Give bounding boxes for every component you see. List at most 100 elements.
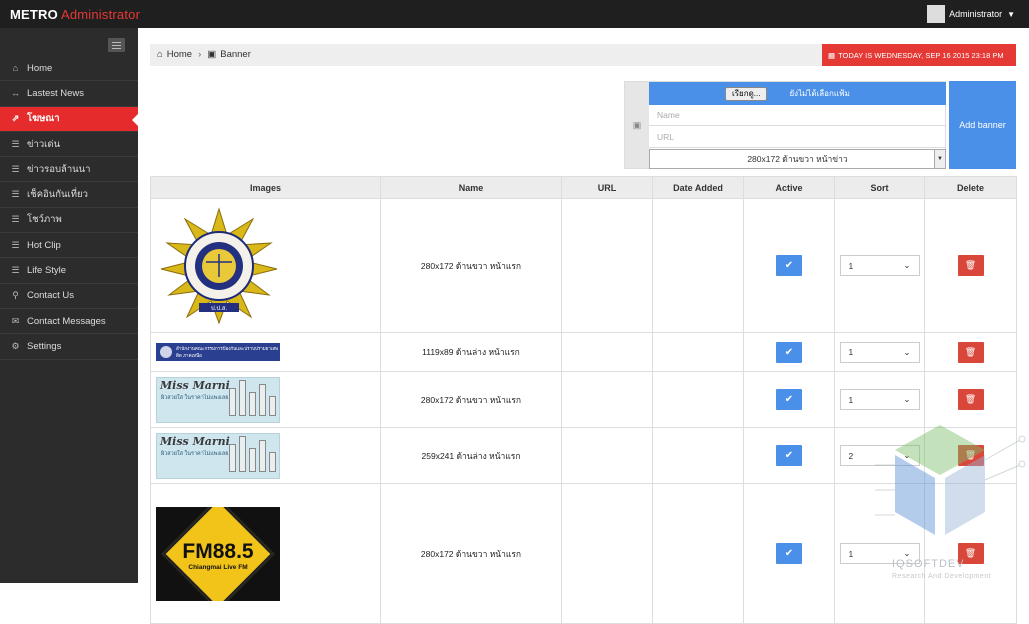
active-toggle-button[interactable]: ✔ (776, 389, 802, 410)
column-header-name[interactable]: Name (380, 176, 562, 199)
chevron-down-icon: ⌄ (903, 394, 911, 404)
calendar-icon: ▦ (828, 50, 836, 60)
table-row: Miss Marni ผิวสวยใส ในราคาไม่แพงเลย 259x… (150, 427, 1017, 484)
sidebar-item-lanna-news[interactable]: ☰ ข่าวรอบล้านนา (0, 157, 138, 183)
sort-select[interactable]: 1 ⌄ (839, 543, 920, 564)
list-icon: ☰ (11, 189, 20, 200)
delete-button[interactable]: 🗑 (957, 445, 984, 466)
delete-button[interactable]: 🗑 (957, 255, 984, 276)
url-input[interactable]: URL (649, 127, 946, 148)
banner-image-cell: ป.ป.ส. (150, 198, 381, 333)
user-name: Administrator (949, 9, 1003, 19)
delete-button[interactable]: 🗑 (957, 389, 984, 410)
sort-cell: 1 ⌄ (834, 332, 925, 372)
delete-cell: 🗑 (924, 483, 1017, 624)
sidebar-item-banner[interactable]: ⇗ โฆษณา (0, 106, 138, 132)
delete-button[interactable]: 🗑 (957, 341, 984, 363)
brand-name: METRO (10, 7, 58, 22)
table-header-row: Images Name URL Date Added Active Sort D… (150, 176, 1017, 199)
sort-select[interactable]: 1 ⌄ (839, 341, 920, 363)
column-header-delete[interactable]: Delete (924, 176, 1017, 199)
banner-image-cell: FM88.5 Chiangmai Live FM (150, 483, 381, 624)
banner-table: Images Name URL Date Added Active Sort D… (150, 176, 1017, 624)
user-menu[interactable]: Administrator ▼ (927, 5, 1015, 23)
active-toggle-button[interactable]: ✔ (776, 341, 802, 363)
date-badge: ▦ TODAY IS WEDNESDAY, SEP 16 2015 23:18 … (822, 44, 1016, 66)
chevron-down-icon: ⌄ (903, 450, 911, 460)
active-cell: ✔ (743, 371, 835, 428)
chevron-down-icon: ⌄ (903, 260, 911, 270)
brand-accent: Administrator (60, 7, 141, 22)
chevron-down-icon: ▼ (1007, 9, 1015, 19)
sidebar-item-contact-us[interactable]: ⚲ Contact Us (0, 284, 138, 309)
table-row: ป.ป.ส. 280x172 ด้านขวา หน้าแรก ✔ 1 ⌄ 🗑 (150, 198, 1017, 333)
chevron-down-icon: ⌄ (903, 346, 911, 357)
home-icon: ⌂ (12, 63, 19, 74)
add-banner-button[interactable]: Add banner (949, 81, 1016, 169)
arrows-h-icon: ↔ (11, 88, 20, 99)
banner-name-cell: 1119x89 ด้านล่าง หน้าแรก (380, 332, 562, 372)
banner-image-cell: Miss Marni ผิวสวยใส ในราคาไม่แพงเลย (150, 427, 381, 484)
position-select[interactable]: 280x172 ด้านขวา หน้าข่าว ▼ (649, 149, 946, 169)
active-toggle-button[interactable]: ✔ (776, 445, 802, 466)
column-header-sort[interactable]: Sort (834, 176, 925, 199)
active-toggle-button[interactable]: ✔ (776, 255, 802, 276)
check-icon: ✔ (784, 450, 794, 461)
chevron-down-icon: ⌄ (903, 548, 911, 558)
sort-cell: 1 ⌄ (834, 371, 925, 428)
list-icon: ☰ (11, 138, 20, 149)
file-input[interactable]: เรียกดู... ยังไม่ได้เลือกแฟ้ม (649, 82, 946, 105)
chevron-down-icon: ▼ (934, 150, 945, 168)
sidebar-item-life-style[interactable]: ☰ Life Style (0, 258, 138, 284)
home-icon: ⌂ (157, 49, 163, 60)
browse-button[interactable]: เรียกดู... (725, 86, 768, 101)
cogs-icon: ⚙ (11, 340, 20, 351)
sidebar-item-contact-messages[interactable]: ✉ Contact Messages (0, 309, 138, 335)
no-file-label: ยังไม่ได้เลือกแฟ้ม (789, 89, 850, 98)
column-header-images[interactable]: Images (150, 176, 381, 199)
sort-select[interactable]: 1 ⌄ (839, 255, 920, 276)
delete-cell: 🗑 (924, 332, 1017, 372)
image-placeholder: ▣ (625, 82, 649, 168)
active-cell: ✔ (743, 427, 835, 484)
sidebar-item-show-photo[interactable]: ☰ โชว์ภาพ (0, 208, 138, 234)
active-cell: ✔ (743, 483, 835, 624)
banner-url-cell (561, 427, 653, 484)
onb-strip-banner-image: สำนักงานคณะกรรมการป้องกันและปราบปรามยาเส… (156, 343, 280, 361)
sidebar-item-home[interactable]: ⌂ Home (0, 56, 138, 82)
sidebar-item-hot-news[interactable]: ☰ ข่าวเด่น (0, 132, 138, 158)
brand-logo[interactable]: METRO Administrator (10, 7, 140, 22)
miss-marni-banner-image: Miss Marni ผิวสวยใส ในราคาไม่แพงเลย (156, 376, 280, 423)
active-toggle-button[interactable]: ✔ (776, 543, 802, 564)
column-header-active[interactable]: Active (743, 176, 835, 199)
sort-select[interactable]: 1 ⌄ (839, 389, 920, 410)
breadcrumb-home-link[interactable]: Home (167, 49, 192, 60)
banner-date-cell (652, 371, 744, 428)
banner-url-cell (561, 332, 653, 372)
sidebar-item-settings[interactable]: ⚙ Settings (0, 334, 138, 360)
banner-date-cell (652, 427, 744, 484)
active-cell: ✔ (743, 332, 835, 372)
sidebar-toggle-button[interactable] (108, 38, 125, 52)
breadcrumb-current: Banner (220, 49, 251, 60)
active-cell: ✔ (743, 198, 835, 333)
envelope-icon: ✉ (11, 315, 20, 326)
seal-bottom-text: ป.ป.ส. (211, 305, 228, 312)
sort-cell: 1 ⌄ (834, 198, 925, 333)
sort-cell: 1 ⌄ (834, 483, 925, 624)
sidebar-item-checkin[interactable]: ☰ เช็คอินกันเที่ยว (0, 182, 138, 208)
list-icon: ☰ (11, 239, 20, 250)
delete-button[interactable]: 🗑 (957, 543, 984, 564)
banner-date-cell (652, 198, 744, 333)
column-header-date-added[interactable]: Date Added (652, 176, 744, 199)
sidebar-item-latest-news[interactable]: ↔ Lastest News (0, 81, 138, 107)
banner-name-cell: 280x172 ด้านขวา หน้าแรก (380, 198, 562, 333)
sort-select[interactable]: 2 ⌄ (839, 445, 920, 466)
banner-image-cell: สำนักงานคณะกรรมการป้องกันและปราบปรามยาเส… (150, 332, 381, 372)
trash-icon: 🗑 (964, 346, 977, 357)
list-icon: ☰ (11, 163, 20, 174)
column-header-url[interactable]: URL (561, 176, 653, 199)
name-input[interactable]: Name (649, 105, 946, 126)
breadcrumb-bar: ⌂ Home › ▣ Banner ▦ TODAY IS WEDNESDAY, … (150, 44, 1016, 66)
sidebar-item-hot-clip[interactable]: ☰ Hot Clip (0, 233, 138, 259)
